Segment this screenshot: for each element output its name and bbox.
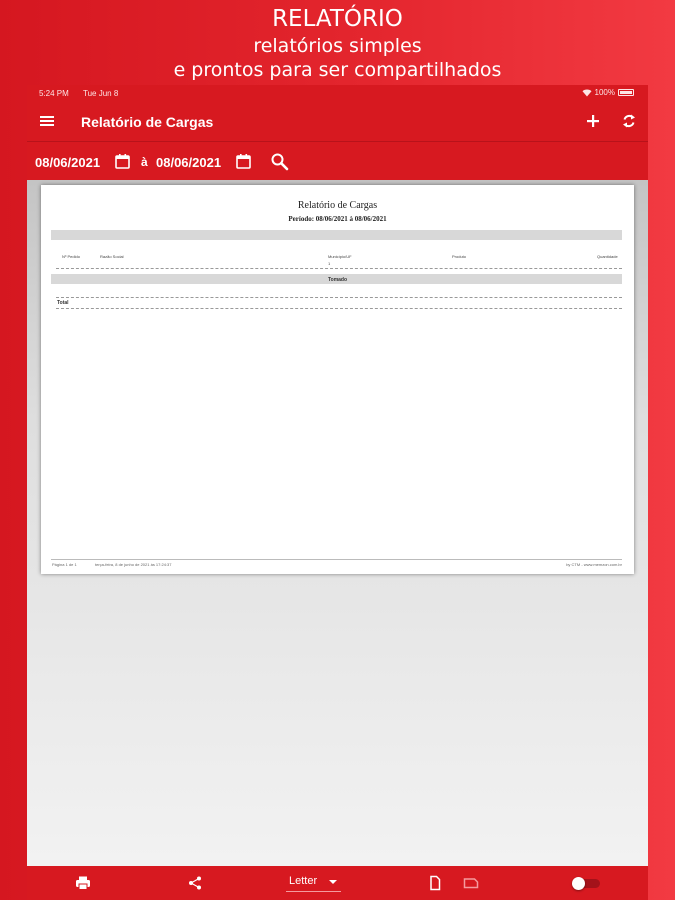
status-bar: 5:24 PM Tue Jun 8 100% [27,85,648,101]
app-bar: Relatório de Cargas [27,101,648,141]
start-date-field[interactable]: 08/06/2021 [35,155,100,170]
total-label: Total [57,300,69,306]
dashed-separator [56,297,622,298]
refresh-icon[interactable] [620,112,638,130]
date-filter-bar: 08/06/2021 à 08/06/2021 [27,142,648,180]
column-header: Município/UF [328,254,352,259]
footer-brand: by CTM - www.memzon.com.br [566,562,622,567]
column-header: Produto [452,254,467,259]
device-screen: 5:24 PM Tue Jun 8 100% Relatório de Carg… [27,85,648,900]
menu-icon[interactable] [39,113,55,129]
column-header: Razão Social [100,254,124,259]
report-page: Relatório de Cargas Período: 08/06/2021 … [41,185,634,574]
column-marker: 1 [328,261,331,266]
column-header: Quantidade [597,254,618,259]
dashed-separator [56,268,622,269]
landscape-icon[interactable] [463,875,479,891]
portrait-icon[interactable] [427,875,443,891]
search-icon[interactable] [270,152,289,171]
report-title: Relatório de Cargas [297,200,378,211]
promo-subtitle-line2: e prontos para ser compartilhados [173,59,502,81]
print-icon[interactable] [75,875,91,891]
chevron-down-icon[interactable] [329,880,337,884]
footer-date: terça-feira, 8 de junho de 2021 às 17:24… [95,562,172,567]
section-label: Tomado [327,277,348,283]
wifi-icon [582,89,592,96]
paper-size-underline [286,891,341,892]
status-right: 100% [582,88,634,97]
calendar-icon[interactable] [114,153,131,170]
footer-line [51,559,622,560]
report-period: Período: 08/06/2021 à 08/06/2021 [288,215,387,223]
footer-page: Página 1 de 1 [52,562,77,567]
bottom-bar: Letter [27,866,648,900]
report-preview-area[interactable]: Relatório de Cargas Período: 08/06/2021 … [27,180,648,866]
battery-percent: 100% [594,88,615,97]
promo-title: RELATÓRIO [272,6,403,32]
column-header: Nº Pedido [62,254,80,259]
toggle-knob [572,877,585,890]
app-title: Relatório de Cargas [81,114,214,130]
date-separator: à [141,155,148,169]
paper-size-select[interactable]: Letter [289,875,317,887]
status-time: 5:24 PM [39,89,69,98]
dashed-separator [56,308,622,309]
promo-subtitle-line1: relatórios simples [253,35,422,57]
add-icon[interactable] [584,112,602,130]
end-date-field[interactable]: 08/06/2021 [156,155,221,170]
battery-icon [618,89,634,96]
share-icon[interactable] [187,875,203,891]
calendar-icon[interactable] [235,153,252,170]
status-date: Tue Jun 8 [83,89,119,98]
toggle-switch[interactable] [572,877,600,890]
report-header-band [51,230,622,240]
